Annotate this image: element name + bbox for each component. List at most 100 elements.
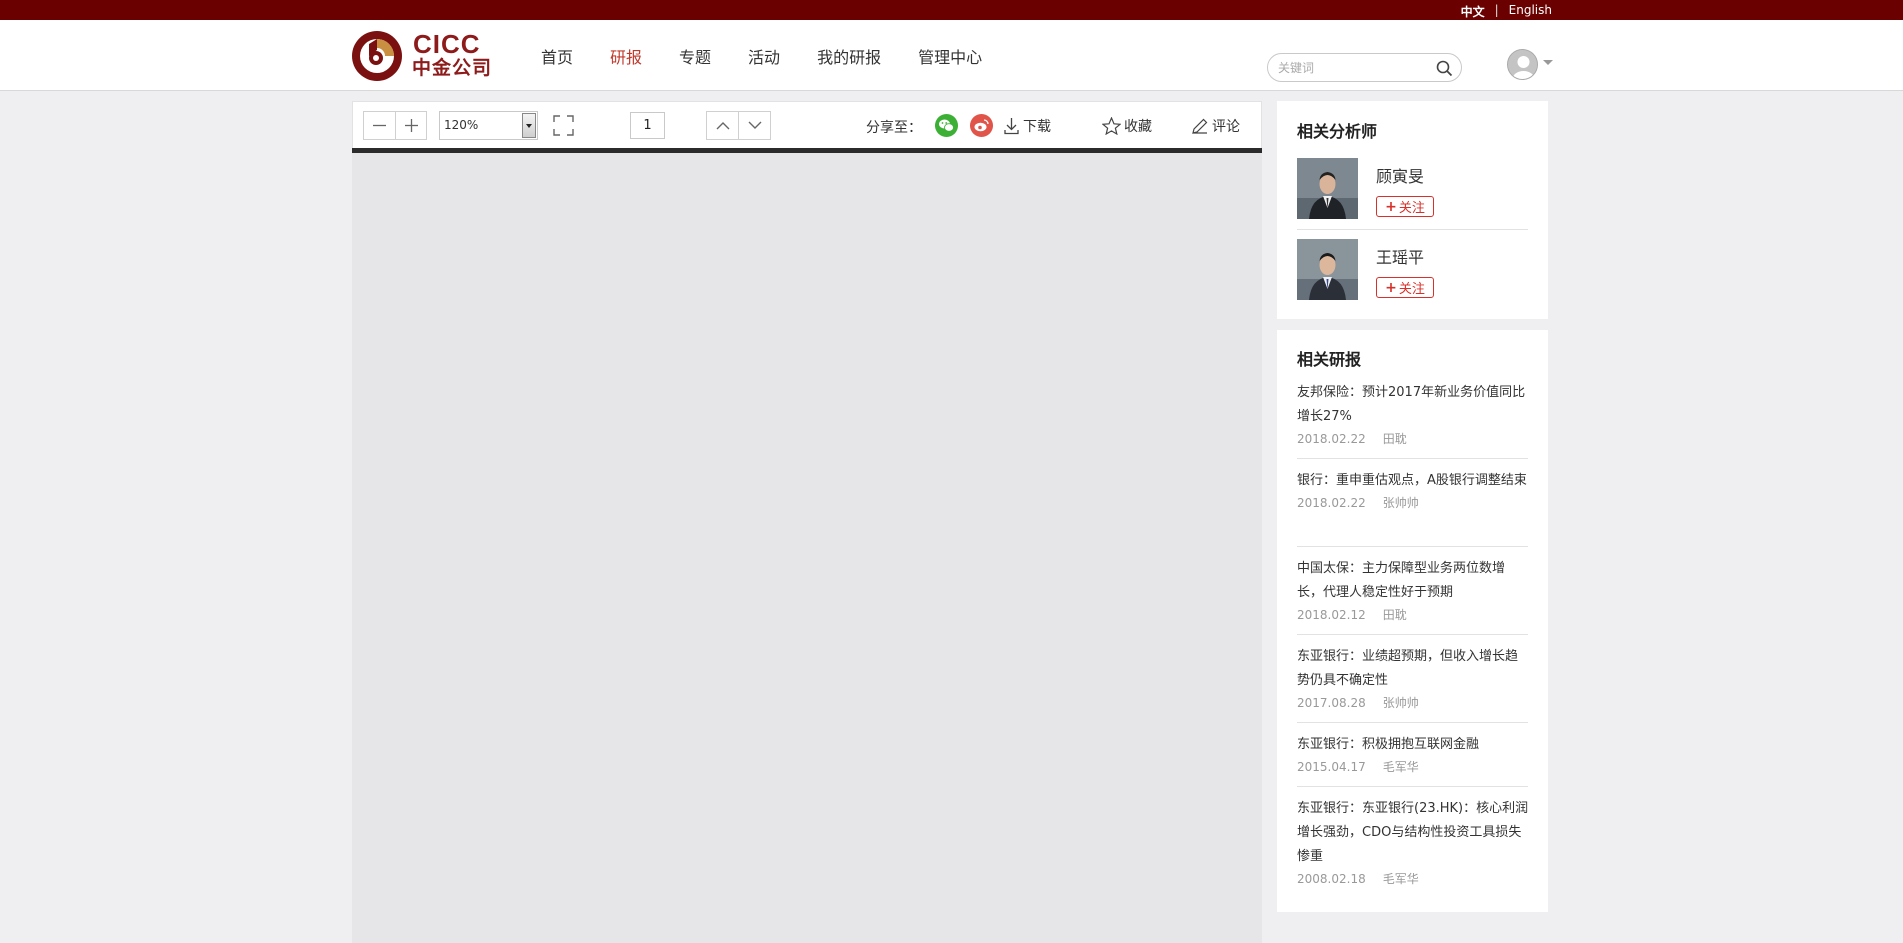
dropdown-arrow-icon[interactable]	[522, 113, 536, 138]
share-label: 分享至：	[866, 120, 922, 136]
report-date: 2018.02.22	[1297, 432, 1366, 446]
search-box	[1267, 53, 1462, 82]
cicc-logo[interactable]: CICC 中金公司	[352, 29, 495, 83]
report-author[interactable]: 田耽	[1383, 605, 1407, 625]
report-meta: 2008.02.18 毛军华	[1297, 869, 1529, 889]
next-page-button[interactable]	[738, 112, 770, 139]
pencil-icon	[1192, 118, 1208, 134]
share-weibo-button[interactable]	[970, 114, 993, 137]
search-input[interactable]	[1278, 59, 1428, 77]
document-page-area[interactable]	[352, 153, 1262, 943]
minus-icon	[373, 124, 386, 127]
comment-button[interactable]: 评论	[1191, 116, 1240, 136]
nav-home[interactable]: 首页	[541, 44, 573, 68]
report-date: 2008.02.18	[1297, 872, 1366, 886]
follow-button[interactable]: + 关注	[1376, 277, 1434, 298]
analyst-name[interactable]: 顾寅旻	[1376, 163, 1424, 187]
zoom-select[interactable]: 120%	[439, 111, 538, 140]
lang-separator: |	[1494, 3, 1499, 17]
wechat-icon	[939, 119, 954, 132]
report-item: 中国太保：主力保障型业务两位数增长，代理人稳定性好于预期 2018.02.12 …	[1297, 557, 1529, 625]
star-icon	[1102, 117, 1121, 135]
user-avatar[interactable]	[1507, 49, 1538, 80]
chevron-down-icon	[748, 121, 762, 129]
zoom-controls	[363, 111, 427, 140]
logo-text-en: CICC	[413, 29, 481, 59]
report-date: 2018.02.22	[1297, 496, 1366, 510]
report-author[interactable]: 田耽	[1383, 429, 1407, 449]
plus-icon	[404, 119, 418, 132]
nav-admin[interactable]: 管理中心	[918, 44, 982, 68]
top-bar: 中文 | English	[0, 0, 1903, 20]
report-item: 友邦保险：预计2017年新业务价值同比增长27% 2018.02.22 田耽	[1297, 381, 1529, 449]
chevron-up-icon	[716, 122, 730, 130]
user-menu-caret-icon[interactable]	[1543, 60, 1553, 65]
favorite-button[interactable]: 收藏	[1102, 116, 1152, 136]
prev-page-button[interactable]	[707, 112, 738, 139]
report-divider	[1297, 546, 1528, 547]
page-navigation	[706, 111, 771, 140]
zoom-out-button[interactable]	[364, 112, 395, 139]
report-item: 东亚银行：业绩超预期，但收入增长趋势仍具不确定性 2017.08.28 张帅帅	[1297, 645, 1529, 713]
report-meta: 2017.08.28 张帅帅	[1297, 693, 1529, 713]
plus-icon: +	[1385, 279, 1397, 296]
plus-icon: +	[1385, 198, 1397, 215]
cicc-logo-icon	[352, 31, 402, 81]
analyst-card: 王瑶平 + 关注	[1297, 239, 1529, 320]
report-title-link[interactable]: 东亚银行：业绩超预期，但收入增长趋势仍具不确定性	[1297, 645, 1529, 693]
report-meta: 2018.02.22 田耽	[1297, 429, 1529, 449]
report-meta: 2018.02.12 田耽	[1297, 605, 1529, 625]
zoom-value: 120%	[444, 118, 479, 132]
zoom-in-button[interactable]	[395, 112, 426, 139]
report-date: 2018.02.12	[1297, 608, 1366, 622]
report-divider	[1297, 722, 1528, 723]
weibo-icon	[974, 119, 989, 132]
report-author[interactable]: 张帅帅	[1383, 493, 1419, 513]
document-viewer: 120% 分享至：	[352, 101, 1262, 943]
fullscreen-icon[interactable]	[551, 113, 576, 138]
report-title-link[interactable]: 中国太保：主力保障型业务两位数增长，代理人稳定性好于预期	[1297, 557, 1529, 605]
nav-research[interactable]: 研报	[610, 44, 642, 68]
report-title-link[interactable]: 东亚银行：积极拥抱互联网金融	[1297, 733, 1529, 757]
viewer-toolbar: 120% 分享至：	[352, 101, 1262, 148]
related-analysts-panel: 相关分析师 顾寅旻 + 关注 王瑶平 + 关注	[1277, 101, 1548, 319]
analyst-name[interactable]: 王瑶平	[1376, 244, 1424, 268]
report-divider	[1297, 634, 1528, 635]
lang-english-link[interactable]: English	[1509, 3, 1552, 20]
download-label: 下载	[1023, 119, 1051, 135]
report-divider	[1297, 458, 1528, 459]
report-author[interactable]: 毛军华	[1383, 757, 1419, 777]
report-item: 东亚银行：东亚银行(23.HK)：核心利润增长强劲，CDO与结构性投资工具损失惨…	[1297, 797, 1529, 889]
report-title-link[interactable]: 东亚银行：东亚银行(23.HK)：核心利润增长强劲，CDO与结构性投资工具损失惨…	[1297, 797, 1529, 869]
nav-topics[interactable]: 专题	[679, 44, 711, 68]
report-item: 银行：重申重估观点，A股银行调整结束 2018.02.22 张帅帅	[1297, 469, 1529, 513]
nav-my-research[interactable]: 我的研报	[817, 44, 881, 68]
report-meta: 2018.02.22 张帅帅	[1297, 493, 1529, 513]
report-title-link[interactable]: 友邦保险：预计2017年新业务价值同比增长27%	[1297, 381, 1529, 429]
follow-label: 关注	[1398, 282, 1425, 297]
download-button[interactable]: 下载	[1003, 116, 1051, 136]
person-portrait-icon	[1297, 158, 1358, 219]
report-item: 东亚银行：积极拥抱互联网金融 2015.04.17 毛军华	[1297, 733, 1529, 777]
report-author[interactable]: 张帅帅	[1383, 693, 1419, 713]
download-icon	[1004, 118, 1019, 135]
favorite-label: 收藏	[1124, 119, 1152, 135]
reports-title: 相关研报	[1297, 350, 1362, 369]
analyst-photo[interactable]	[1297, 239, 1358, 300]
analyst-divider	[1297, 229, 1528, 230]
follow-button[interactable]: + 关注	[1376, 196, 1434, 217]
site-header: CICC 中金公司 首页 研报 专题 活动 我的研报 管理中心	[0, 20, 1903, 91]
lang-chinese-link[interactable]: 中文	[1461, 3, 1485, 20]
report-author[interactable]: 毛军华	[1383, 869, 1419, 889]
analysts-title: 相关分析师	[1297, 122, 1378, 141]
share-wechat-button[interactable]	[935, 114, 958, 137]
report-meta: 2015.04.17 毛军华	[1297, 757, 1529, 777]
user-icon	[1508, 50, 1537, 79]
page-number-input[interactable]	[630, 112, 665, 139]
follow-label: 关注	[1398, 201, 1425, 216]
analyst-photo[interactable]	[1297, 158, 1358, 219]
comment-label: 评论	[1212, 119, 1240, 135]
search-icon[interactable]	[1436, 60, 1453, 77]
nav-events[interactable]: 活动	[748, 44, 780, 68]
report-title-link[interactable]: 银行：重申重估观点，A股银行调整结束	[1297, 469, 1529, 493]
